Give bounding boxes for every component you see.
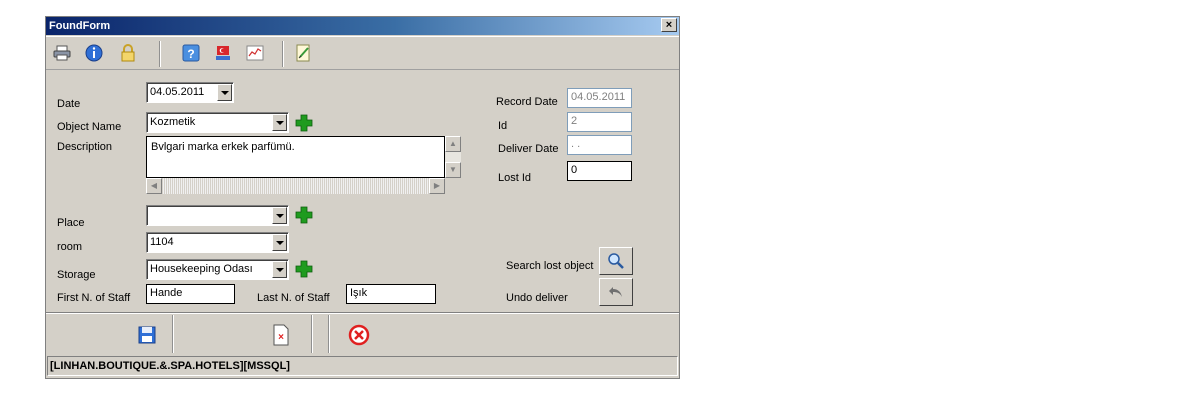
scroll-right-icon[interactable]: ▶ (429, 178, 445, 194)
date-label: Date (57, 98, 81, 110)
object-name-value: Kozmetik (150, 116, 196, 128)
chevron-down-icon[interactable] (272, 114, 287, 131)
action-separator (172, 315, 174, 353)
description-label: Description (57, 141, 113, 153)
svg-text:×: × (278, 332, 284, 343)
floppy-save-icon (138, 326, 156, 344)
storage-select[interactable]: Housekeeping Odası (146, 259, 289, 280)
toolbar: ? (46, 36, 679, 70)
deliver-date-field[interactable]: . . (567, 135, 632, 155)
flag-icon[interactable] (213, 43, 233, 63)
add-object-name-button[interactable] (293, 112, 315, 134)
printer-icon[interactable] (52, 43, 72, 63)
save-button[interactable] (130, 321, 164, 349)
undo-icon (609, 287, 622, 297)
chevron-down-icon[interactable] (217, 84, 232, 101)
search-lost-label: Search lost object (506, 260, 594, 272)
help-icon[interactable]: ? (181, 43, 201, 63)
lost-id-input[interactable]: 0 (567, 161, 632, 181)
plus-icon (295, 114, 313, 132)
first-staff-input[interactable]: Hande (146, 284, 235, 304)
title-bar[interactable]: FoundForm × (46, 17, 679, 35)
action-bar: × (46, 312, 679, 354)
window-title: FoundForm (49, 20, 111, 32)
chevron-down-icon[interactable] (272, 207, 287, 224)
record-date-field: 04.05.2011 (567, 88, 632, 108)
plus-icon (295, 206, 313, 224)
toolbar-separator (282, 41, 284, 67)
edit-icon[interactable] (294, 43, 314, 63)
scroll-down-icon[interactable]: ▼ (445, 162, 461, 178)
info-icon[interactable] (84, 43, 104, 63)
deliver-date-label: Deliver Date (498, 143, 559, 155)
found-form-window: FoundForm × ? Date Object Name Descripti… (45, 16, 680, 379)
undo-deliver-button[interactable] (599, 278, 633, 306)
lock-icon[interactable] (118, 43, 138, 63)
add-place-button[interactable] (293, 204, 315, 226)
description-textarea[interactable]: Bvlgari marka erkek parfümü. (146, 136, 445, 178)
last-staff-input[interactable]: Işık (346, 284, 436, 304)
description-horizontal-scrollbar[interactable]: ◀ ▶ (146, 178, 445, 194)
search-icon (608, 253, 624, 269)
last-staff-label: Last N. of Staff (257, 292, 330, 304)
storage-label: Storage (57, 269, 96, 281)
room-label: room (57, 241, 83, 253)
room-select[interactable]: 1104 (146, 232, 289, 253)
toolbar-separator (159, 41, 161, 67)
date-picker[interactable]: 04.05.2011 (146, 82, 234, 103)
delete-document-icon: × (273, 324, 289, 346)
cancel-button[interactable] (342, 321, 376, 349)
search-lost-object-button[interactable] (599, 247, 633, 275)
action-separator (311, 315, 313, 353)
undo-deliver-label: Undo deliver (506, 292, 568, 304)
object-name-select[interactable]: Kozmetik (146, 112, 289, 133)
cancel-icon (348, 324, 370, 346)
object-name-label: Object Name (57, 121, 122, 133)
record-date-label: Record Date (496, 96, 558, 108)
place-select[interactable] (146, 205, 289, 226)
room-value: 1104 (150, 236, 174, 248)
plus-icon (295, 260, 313, 278)
chevron-down-icon[interactable] (272, 261, 287, 278)
action-separator (328, 315, 330, 353)
delete-button[interactable]: × (264, 321, 298, 349)
id-label: Id (498, 120, 508, 132)
date-value: 04.05.2011 (150, 86, 205, 98)
add-storage-button[interactable] (293, 258, 315, 280)
lost-id-label: Lost Id (498, 172, 532, 184)
chevron-down-icon[interactable] (272, 234, 287, 251)
scroll-up-icon[interactable]: ▲ (445, 136, 461, 152)
chart-icon[interactable] (245, 43, 265, 63)
status-bar: [LINHAN.BOUTIQUE.&.SPA.HOTELS][MSSQL] (47, 356, 678, 376)
storage-value: Housekeeping Odası (150, 263, 253, 275)
close-button[interactable]: × (661, 18, 677, 32)
svg-text:?: ? (187, 47, 194, 61)
scroll-left-icon[interactable]: ◀ (146, 178, 162, 194)
first-staff-label: First N. of Staff (57, 292, 131, 304)
description-vertical-scrollbar[interactable]: ▲ ▼ (445, 136, 461, 178)
id-field: 2 (567, 112, 632, 132)
place-label: Place (57, 217, 85, 229)
